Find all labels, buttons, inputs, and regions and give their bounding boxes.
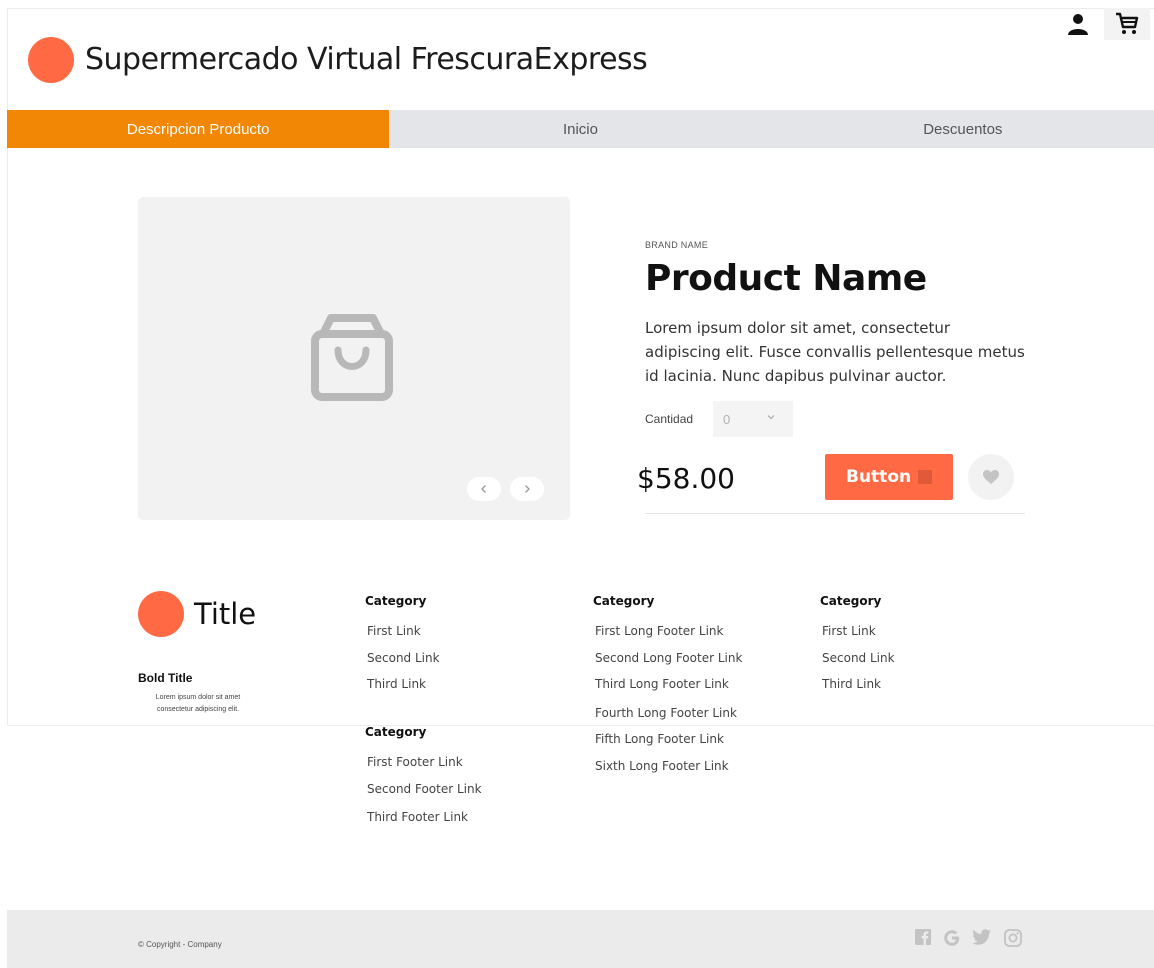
instagram-icon[interactable] [1003,928,1023,953]
footer-link[interactable]: Third Long Footer Link [595,677,729,691]
quantity-value: 0 [723,411,731,427]
footer-link[interactable]: Third Link [822,677,881,691]
square-icon [918,470,932,484]
footer-link[interactable]: Sixth Long Footer Link [595,759,729,773]
footer-category-heading: Category [365,594,427,608]
chevron-down-icon [767,415,775,420]
site-logo[interactable] [28,37,74,83]
footer-title: Title [194,597,257,631]
brand-name: BRAND NAME [645,240,709,250]
chevron-left-icon [481,485,486,493]
footer-link[interactable]: Second Link [822,651,895,665]
footer-category-heading: Category [820,594,882,608]
user-icon[interactable] [1066,12,1090,41]
footer-link[interactable]: First Footer Link [367,755,463,769]
main-nav: Descripcion Producto Inicio Descuentos [7,110,1154,148]
product-price: $58.00 [637,462,735,495]
google-icon[interactable] [942,928,962,953]
site-title: Supermercado Virtual FrescuraExpress [85,42,648,77]
footer-link[interactable]: Third Link [367,677,426,691]
product-image [138,197,570,520]
twitter-icon[interactable] [972,928,992,951]
button-label: Button [846,467,912,487]
add-to-cart-button[interactable]: Button [825,454,953,500]
product-name: Product Name [645,258,927,299]
footer-link[interactable]: Second Long Footer Link [595,651,742,665]
footer-link[interactable]: Third Footer Link [367,810,468,824]
product-divider [645,513,1025,514]
copyright-text: © Copyright - Company [138,940,222,949]
footer-logo[interactable] [138,591,184,637]
footer-description: Lorem ipsum dolor sit amet consectetur a… [155,694,241,713]
footer-link[interactable]: First Long Footer Link [595,624,724,638]
tab-descuentos[interactable]: Descuentos [772,110,1154,148]
shopping-bag-icon [311,314,393,401]
product-description: Lorem ipsum dolor sit amet, consectetur … [645,319,1025,385]
carousel-prev-button[interactable] [467,477,501,501]
footer-category-heading: Category [365,725,427,739]
facebook-icon[interactable] [914,928,932,951]
heart-icon [983,470,999,484]
footer-link[interactable]: Second Footer Link [367,782,482,796]
tab-inicio[interactable]: Inicio [389,110,771,148]
cart-button[interactable] [1104,8,1150,40]
tab-descripcion-producto[interactable]: Descripcion Producto [7,110,390,148]
quantity-label: Cantidad [645,412,694,426]
footer-link[interactable]: Fifth Long Footer Link [595,732,724,746]
cart-icon [1116,12,1139,34]
favorite-button[interactable] [968,454,1014,500]
footer-bold-title: Bold Title [138,671,193,685]
footer-link[interactable]: First Link [822,624,876,638]
footer-link[interactable]: Second Link [367,651,440,665]
footer-link[interactable]: Fourth Long Footer Link [595,706,737,720]
chevron-right-icon [525,485,530,493]
footer-category-heading: Category [593,594,655,608]
carousel-next-button[interactable] [510,477,544,501]
footer-link[interactable]: First Link [367,624,421,638]
quantity-select[interactable]: 0 [713,401,793,437]
